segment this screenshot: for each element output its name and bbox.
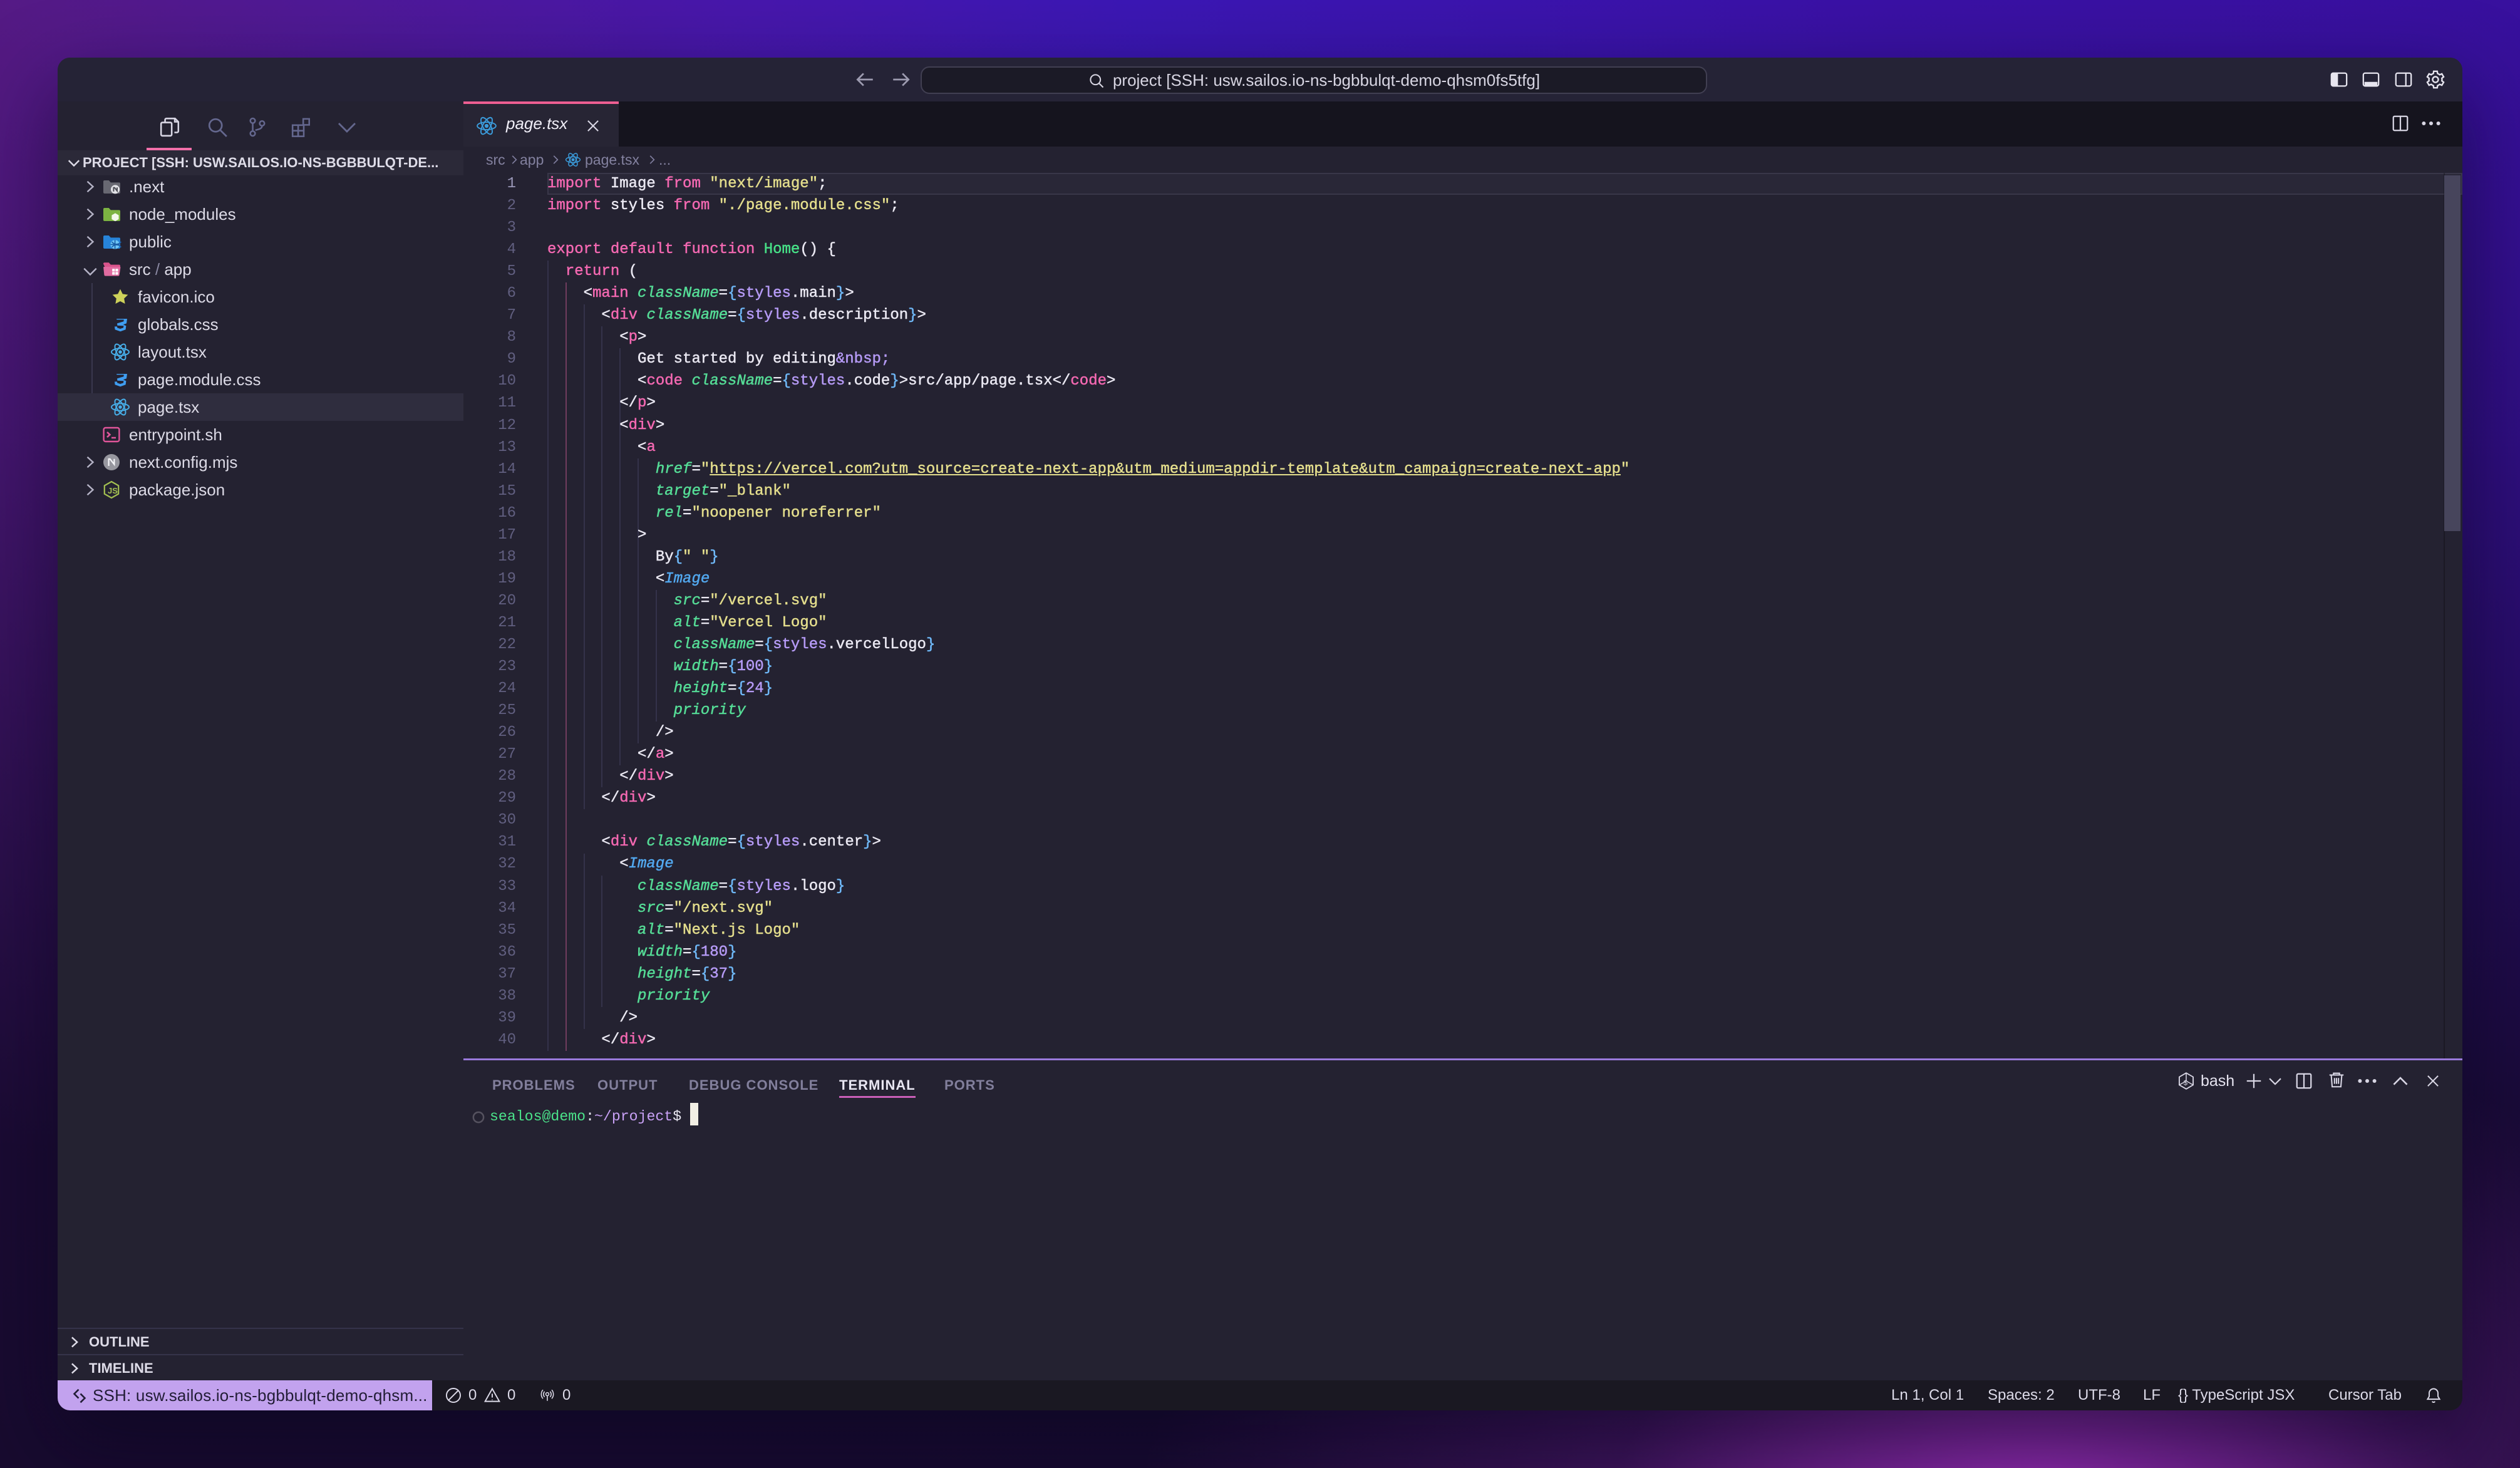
svg-text:$: $ [2184,1080,2188,1088]
svg-text:JS: JS [108,486,118,495]
